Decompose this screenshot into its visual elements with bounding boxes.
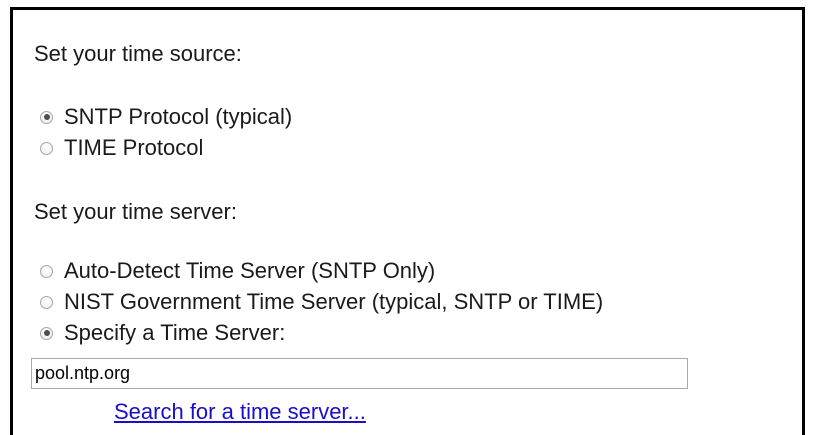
radio-nist-server[interactable]: NIST Government Time Server (typical, SN… (40, 289, 603, 315)
radio-checked-icon[interactable] (40, 326, 53, 340)
radio-unchecked-icon[interactable] (40, 264, 53, 278)
radio-sntp-protocol[interactable]: SNTP Protocol (typical) (40, 104, 292, 130)
radio-specify-server[interactable]: Specify a Time Server: (40, 320, 285, 346)
radio-time-protocol[interactable]: TIME Protocol (40, 135, 203, 161)
time-source-heading: Set your time source: (34, 41, 242, 66)
radio-label-nist: NIST Government Time Server (typical, SN… (64, 289, 604, 314)
radio-label-auto-detect: Auto-Detect Time Server (SNTP Only) (64, 258, 436, 283)
radio-label-time: TIME Protocol (64, 135, 204, 160)
radio-unchecked-icon[interactable] (40, 141, 53, 155)
search-time-server-link[interactable]: Search for a time server... (114, 399, 366, 425)
radio-unchecked-icon[interactable] (40, 295, 53, 309)
radio-label-specify: Specify a Time Server: (64, 320, 286, 345)
radio-label-sntp: SNTP Protocol (typical) (64, 104, 293, 129)
time-server-heading: Set your time server: (34, 199, 237, 224)
time-server-input[interactable] (31, 358, 688, 389)
radio-auto-detect-server[interactable]: Auto-Detect Time Server (SNTP Only) (40, 258, 435, 284)
radio-checked-icon[interactable] (40, 110, 53, 124)
